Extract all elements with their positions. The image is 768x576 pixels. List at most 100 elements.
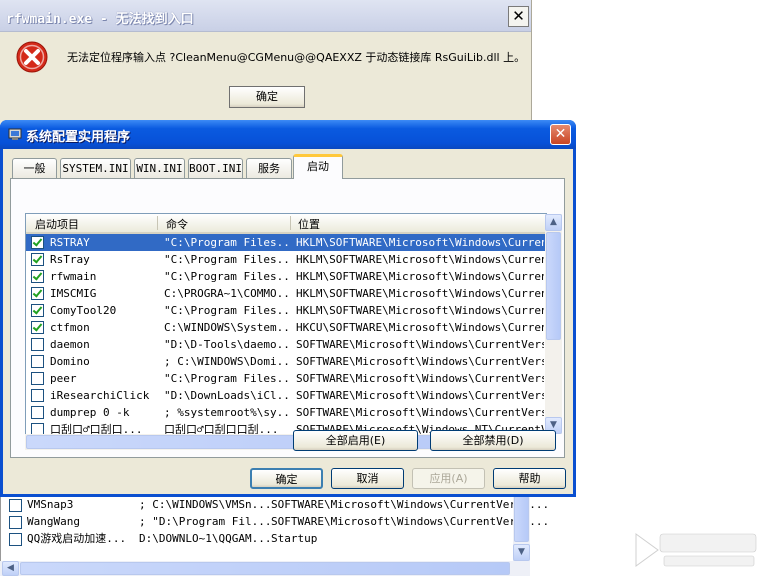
tab-system-ini[interactable]: SYSTEM.INI — [60, 158, 131, 178]
item-location: Startup — [271, 532, 318, 545]
window-titlebar: 系统配置实用程序 ✕ — [0, 120, 576, 149]
list-item[interactable]: Domino ; C:\WINDOWS\Domi... SOFTWARE\Micro… — [26, 353, 546, 370]
scroll-thumb[interactable] — [546, 232, 561, 340]
tab-general[interactable]: 一般 — [12, 158, 57, 178]
checkbox[interactable] — [9, 516, 22, 529]
startup-checkbox[interactable] — [31, 372, 44, 385]
startup-checkbox[interactable] — [31, 287, 44, 300]
item-location: SOFTWARE\Microsoft\Windows\CurrentVersi.… — [296, 355, 544, 368]
column-header-location[interactable]: 位置 — [298, 216, 320, 232]
list-item[interactable]: ctfmon C:\WINDOWS\System... HKCU\SOFTWARE\… — [26, 319, 546, 336]
scroll-down-button[interactable]: ▼ — [513, 544, 530, 561]
error-message: 无法定位程序输入点 ?CleanMenu@CGMenu@@QAEXXZ 于动态链… — [67, 51, 526, 64]
error-dialog-title: rfwmain.exe - 无法找到入口 — [6, 12, 194, 27]
item-name: dumprep 0 -k — [50, 406, 130, 419]
list-item[interactable]: ComyTool20 "C:\Program Files... HKLM\SOFTW… — [26, 302, 546, 319]
startup-checkbox[interactable] — [31, 270, 44, 283]
list-item[interactable]: rfwmain "C:\Program Files... HKLM\SOFTWARE… — [26, 268, 546, 285]
item-name: WangWang — [27, 515, 80, 528]
cancel-button[interactable]: 取消 — [331, 468, 404, 489]
item-location: SOFTWARE\Microsoft\Windows\CurrentVersi.… — [271, 515, 550, 528]
item-command: "C:\Program Files... — [164, 236, 288, 249]
scroll-thumb[interactable] — [514, 496, 529, 542]
item-command: D:\DOWNLO~1\QQGAM... — [139, 532, 272, 545]
item-location: SOFTWARE\Microsoft\Windows\CurrentVersi.… — [296, 389, 544, 402]
background-horizontal-scrollbar[interactable]: ◀ — [0, 561, 530, 576]
item-name: ctfmon — [50, 321, 90, 334]
startup-checkbox[interactable] — [31, 321, 44, 334]
item-name: RsTray — [50, 253, 90, 266]
msconfig-window: 系统配置实用程序 ✕ 一般 SYSTEM.INI WIN.INI BOOT.IN… — [0, 120, 576, 497]
item-name: rfwmain — [50, 270, 97, 283]
tab-win-ini[interactable]: WIN.INI — [134, 158, 185, 178]
item-name: Domino — [50, 355, 90, 368]
ok-button[interactable]: 确定 — [229, 86, 305, 108]
startup-tab-panel: 启动项目 命令 位置 RSTRAY "C:\Program Files... HKL… — [10, 178, 565, 458]
error-dialog: rfwmain.exe - 无法找到入口 ✕ 无法定位程序输入点 ?CleanM… — [0, 0, 532, 124]
startup-checkbox[interactable] — [31, 338, 44, 351]
item-location: HKLM\SOFTWARE\Microsoft\Windows\Current.… — [296, 304, 544, 317]
help-button[interactable]: 帮助 — [493, 468, 566, 489]
enable-all-button[interactable]: 全部启用(E) — [293, 430, 418, 451]
item-command: ; C:\WINDOWS\VMSn... — [139, 498, 272, 511]
close-button[interactable]: ✕ — [508, 6, 529, 27]
startup-list[interactable]: 启动项目 命令 位置 RSTRAY "C:\Program Files... HKL… — [25, 213, 547, 435]
checkbox[interactable] — [9, 533, 22, 546]
column-header-command[interactable]: 命令 — [166, 216, 188, 232]
ok-button[interactable]: 确定 — [250, 468, 323, 489]
list-item[interactable]: RSTRAY "C:\Program Files... HKLM\SOFTWARE\… — [26, 234, 546, 251]
scroll-thumb[interactable] — [20, 562, 510, 575]
startup-checkbox[interactable] — [31, 406, 44, 419]
list-header: 启动项目 命令 位置 — [26, 214, 546, 234]
background-vertical-scrollbar[interactable]: ▼ — [513, 494, 530, 562]
item-command: ; C:\WINDOWS\Domi... — [164, 355, 288, 368]
item-command: C:\WINDOWS\System... — [164, 321, 288, 334]
column-header-item[interactable]: 启动项目 — [35, 216, 79, 232]
list-item[interactable]: dumprep 0 -k ; %systemroot%\sy... SOFTWARE… — [26, 404, 546, 421]
tab-services[interactable]: 服务 — [246, 158, 292, 178]
disable-all-button[interactable]: 全部禁用(D) — [430, 430, 556, 451]
column-divider[interactable] — [157, 216, 158, 230]
startup-checkbox[interactable] — [31, 253, 44, 266]
item-command: "C:\Program Files... — [164, 372, 288, 385]
item-name: VMSnap3 — [27, 498, 74, 511]
list-item[interactable]: iResearchiClick "D:\DownLoads\iCl... SOFTW… — [26, 387, 546, 404]
item-location: HKLM\SOFTWARE\Microsoft\Windows\Current.… — [296, 236, 544, 249]
scroll-left-button[interactable]: ◀ — [2, 561, 19, 576]
item-location: HKCU\SOFTWARE\Microsoft\Windows\Current.… — [296, 321, 544, 334]
item-name: 口刮口♂口刮口... — [50, 423, 143, 435]
column-divider[interactable] — [290, 216, 291, 230]
close-button[interactable]: ✕ — [550, 124, 571, 145]
item-command: C:\PROGRA~1\COMMO... — [164, 287, 288, 300]
checkbox[interactable] — [9, 499, 22, 512]
item-command: "D:\DownLoads\iCl... — [164, 389, 288, 402]
item-command: ; "D:\Program Fil... — [139, 515, 272, 528]
startup-checkbox[interactable] — [31, 389, 44, 402]
item-name: IMSCMIG — [50, 287, 97, 300]
list-item[interactable]: daemon "D:\D-Tools\daemo... SOFTWARE\Micro… — [26, 336, 546, 353]
item-location: SOFTWARE\Microsoft\Windows\CurrentVersi.… — [296, 338, 544, 351]
list-vertical-scrollbar[interactable]: ▲ ▼ — [545, 214, 562, 434]
startup-checkbox[interactable] — [31, 355, 44, 368]
item-name: iResearchiClick — [50, 389, 150, 402]
startup-checkbox[interactable] — [31, 236, 44, 249]
item-name: RSTRAY — [50, 236, 90, 249]
apply-button[interactable]: 应用(A) — [412, 468, 485, 489]
window-title: 系统配置实用程序 — [26, 130, 131, 145]
list-item[interactable]: peer "C:\Program Files... SOFTWARE\Microso… — [26, 370, 546, 387]
item-command: "C:\Program Files... — [164, 304, 288, 317]
window-body: 一般 SYSTEM.INI WIN.INI BOOT.INI 服务 启动 启动项… — [3, 149, 573, 494]
startup-checkbox[interactable] — [31, 304, 44, 317]
error-icon — [16, 41, 48, 73]
list-item[interactable]: RsTray "C:\Program Files... HKLM\SOFTWARE\… — [26, 251, 546, 268]
item-name: peer — [50, 372, 77, 385]
tab-boot-ini[interactable]: BOOT.INI — [188, 158, 243, 178]
scroll-up-button[interactable]: ▲ — [545, 214, 562, 231]
item-name: ComyTool20 — [50, 304, 117, 317]
tab-startup[interactable]: 启动 — [293, 154, 343, 179]
item-location: SOFTWARE\Microsoft\Windows\CurrentVersi.… — [296, 372, 544, 385]
item-command: ; %systemroot%\sy... — [164, 406, 288, 419]
item-command: "D:\D-Tools\daemo... — [164, 338, 288, 351]
site-watermark-logo — [635, 533, 757, 567]
list-item[interactable]: IMSCMIG C:\PROGRA~1\COMMO... HKLM\SOFTWARE… — [26, 285, 546, 302]
